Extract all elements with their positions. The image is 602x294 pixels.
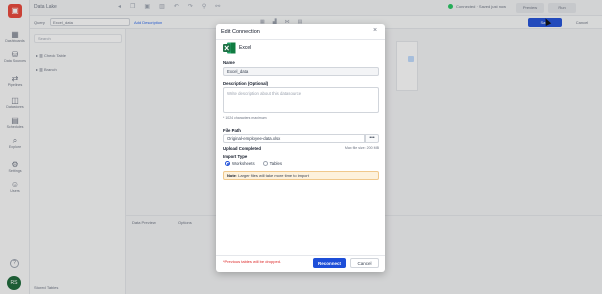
reconnect-button[interactable]: Reconnect (313, 258, 346, 268)
file-path-input[interactable] (223, 134, 365, 143)
dialog-footer-divider (216, 255, 385, 256)
dialog-cancel-button[interactable]: Cancel (350, 258, 379, 268)
dialog-title: Edit Connection (221, 29, 260, 35)
name-label: Name (223, 60, 235, 65)
tables-radio-label[interactable]: Tables (270, 161, 282, 166)
close-icon[interactable]: × (373, 27, 377, 34)
note-text: : Larger files will take more time to im… (235, 173, 309, 178)
import-type-label: Import Type (223, 154, 248, 159)
max-file-size: Max file size: 200 MB (344, 146, 379, 150)
note-label: Note (227, 173, 236, 178)
import-note: Note: Larger files will take more time t… (223, 171, 379, 180)
source-type-name: Excel (239, 45, 252, 51)
excel-icon (223, 42, 236, 54)
dialog-header: Edit Connection × (216, 24, 385, 40)
worksheets-radio[interactable] (225, 161, 230, 166)
browse-file-button[interactable]: ••• (365, 134, 379, 143)
description-textarea[interactable] (223, 87, 379, 113)
upload-status: Upload Completed (223, 146, 261, 151)
worksheets-radio-label[interactable]: Worksheets (232, 161, 255, 166)
name-input[interactable] (223, 67, 379, 76)
edit-connection-dialog: Edit Connection × Excel Name Description… (216, 24, 385, 272)
tables-radio[interactable] (262, 161, 268, 166)
import-type-group: Worksheets Tables (225, 161, 282, 166)
file-path-label: File Path (223, 128, 241, 133)
drop-tables-warning: *Previous tables will be dropped. (223, 259, 282, 264)
char-limit-hint: * 1024 characters maximum (223, 116, 267, 120)
description-label: Description (Optional) (223, 81, 269, 86)
